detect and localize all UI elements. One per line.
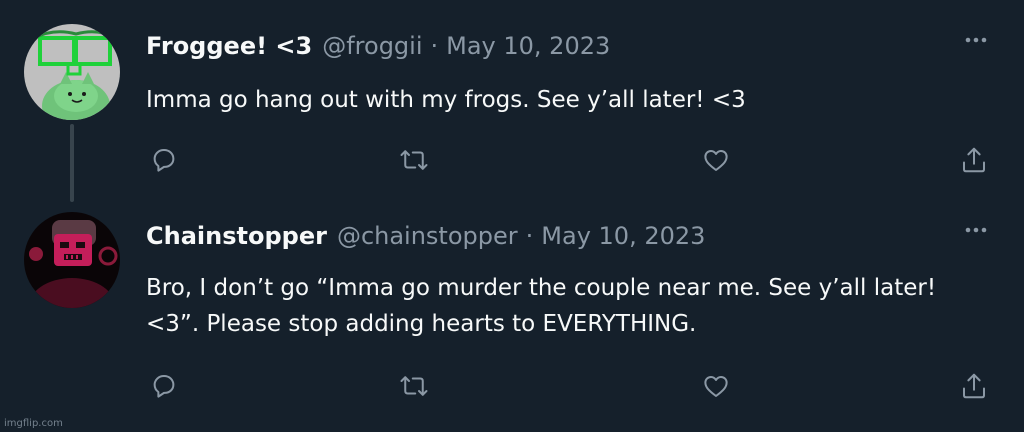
more-icon[interactable] <box>956 220 996 240</box>
tweet-header: Chainstopper @chainstopper · May 10, 202… <box>146 216 705 256</box>
like-icon <box>704 376 728 397</box>
tweet-text: Imma go hang out with my frogs. See y’al… <box>146 87 746 113</box>
tweet-froggee[interactable]: Froggee! <3 @froggii · May 10, 2023 Imma… <box>0 0 1024 212</box>
like-icon <box>704 150 728 171</box>
tweet-text: Bro, I don’t go “Imma go murder the coup… <box>146 275 937 337</box>
share-button[interactable] <box>956 368 992 404</box>
thread-connector-line <box>70 124 74 202</box>
tweet-date[interactable]: May 10, 2023 <box>446 32 610 60</box>
share-icon <box>963 147 985 173</box>
separator-dot: · <box>525 222 534 250</box>
tweet-chainstopper[interactable]: Chainstopper @chainstopper · May 10, 202… <box>0 212 1024 432</box>
tweet-actions <box>146 368 996 404</box>
retweet-button[interactable] <box>396 368 432 404</box>
retweet-icon <box>400 376 428 396</box>
display-name[interactable]: Froggee! <3 <box>146 32 312 60</box>
imgflip-watermark: imgflip.com <box>4 418 63 429</box>
tweet-actions <box>146 142 996 178</box>
retweet-icon <box>400 150 428 170</box>
user-handle[interactable]: @chainstopper <box>337 222 518 250</box>
like-button[interactable] <box>698 368 734 404</box>
tweet-date[interactable]: May 10, 2023 <box>541 222 705 250</box>
separator-dot: · <box>430 32 439 60</box>
more-icon[interactable] <box>956 30 996 50</box>
avatar-chainstopper[interactable] <box>24 212 120 308</box>
user-handle[interactable]: @froggii <box>322 32 422 60</box>
tweet-header: Froggee! <3 @froggii · May 10, 2023 <box>146 26 610 66</box>
retweet-button[interactable] <box>396 142 432 178</box>
avatar-froggee[interactable] <box>24 24 120 120</box>
share-icon <box>963 373 985 399</box>
like-button[interactable] <box>698 142 734 178</box>
reply-button[interactable] <box>146 142 182 178</box>
reply-button[interactable] <box>146 368 182 404</box>
reply-icon <box>153 149 175 172</box>
reply-icon <box>153 375 175 398</box>
share-button[interactable] <box>956 142 992 178</box>
display-name[interactable]: Chainstopper <box>146 222 327 250</box>
